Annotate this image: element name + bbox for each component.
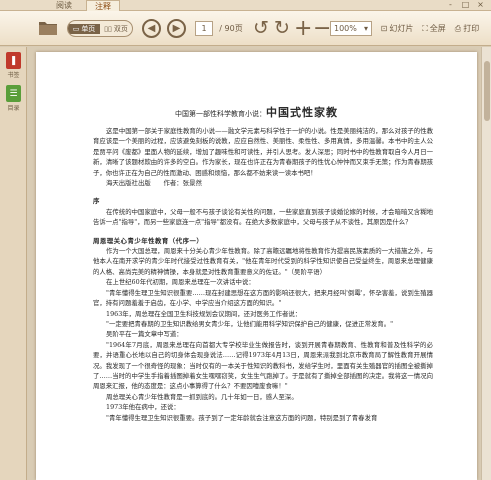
paragraph: "一定要把青春期的卫生知识教给男女青少年，让他们能用科学知识保护自己的健康，促进… [106,319,394,328]
zoom-select[interactable]: 100% ▾ [330,21,372,36]
slideshow-icon: ⊡ [380,24,388,33]
sidebar-item-toc[interactable]: ☰ 目录 [4,85,23,112]
preface-heading: 序 [93,197,100,206]
print-button[interactable]: ⎙ 打印 [452,21,482,36]
document-page: 中国第一部性科学教育小说：中国式性家教 这是中国第一部关于家庭性教育的小说——融… [36,52,477,480]
fullscreen-icon: ⛶ [422,23,428,33]
view-mode-group: ▭ 单页 ▯▯ 双页 [67,20,133,37]
next-page-button[interactable]: ▶ [167,19,186,38]
double-page-button[interactable]: ▯▯ 双页 [100,24,132,34]
paragraph: 作为一个大国总理，周恩来十分关心青少年性教育。除了高瞻远瞩地将性教育作为提高民族… [93,247,433,276]
paragraph: 1973年他在病中，还说： [106,403,180,412]
bookmark-icon: ❚ [6,52,21,69]
section-heading: 周恩理关心青少年性教育（代序一） [93,236,204,245]
tab-strip: 阅读 注释 - □ × [0,0,491,11]
publisher-line: 海天出版社出版 作者：张景然 [106,179,202,188]
paragraph: 吴阶平在一篇文章中写道： [106,330,183,339]
toolbar: ▭ 单页 ▯▯ 双页 ◀ ▶ 1 / 90页 ↺ ↻ + − 100% ▾ ⊡ 幻灯片 … [0,11,491,46]
page-number-input[interactable]: 1 [195,21,213,36]
paragraph: "青年懂得生理卫生知识很重要……现在封建思想在这方面的影响还很大，把来月经叫'倒… [93,288,433,308]
chevron-down-icon: ▾ [363,24,368,33]
arrow-left-icon: ◀ [142,19,161,38]
page-total: / 90页 [219,24,243,33]
paragraph: 在上世纪60年代初期，周恩来总理在一次讲话中说： [106,278,255,287]
vertical-scrollbar[interactable] [481,47,491,480]
paragraph: "青年懂得生理卫生知识很重要。孩子到了一定年龄就会注意这方面的问题，特别是到了青… [106,413,378,422]
paragraph: 周总理关心青少年性教育是一抓到底的。几十年如一日，感人至深。 [106,392,298,401]
preface-paragraph: 在传统的中国家庭中，父母一般不与孩子谈论有关性的问题，一些家庭直到孩子谈婚论嫁的… [93,207,433,227]
close-button[interactable]: × [474,0,487,10]
rotate-left-icon[interactable]: ↺ [253,17,269,39]
fullscreen-button[interactable]: ⛶ 全屏 [419,21,449,36]
zoom-in-icon[interactable]: + [294,16,312,41]
zoom-out-icon[interactable]: − [313,16,331,41]
prev-page-button[interactable]: ◀ [142,19,161,38]
intro-paragraph: 这是中国第一部关于家庭性教育的小说——融文学元素与科学性于一炉的小说。性是美丽纯… [93,127,433,177]
page-title: 中国第一部性科学教育小说：中国式性家教 [175,106,338,119]
slideshow-button[interactable]: ⊡ 幻灯片 [377,21,417,36]
scrollbar-thumb[interactable] [484,61,490,121]
rotate-right-icon[interactable]: ↻ [274,17,290,39]
single-page-button[interactable]: ▭ 单页 [68,23,100,34]
book-title: 中国式性家教 [266,106,338,119]
sidebar-item-bookmark[interactable]: ❚ 书签 [4,52,23,79]
maximize-button[interactable]: □ [459,0,472,10]
print-icon: ⎙ [454,23,462,33]
tab-annotate[interactable]: 注释 [86,0,120,11]
minimize-button[interactable]: - [444,0,457,10]
tab-read[interactable]: 阅读 [48,0,80,11]
paragraph: "1964年7月底，周恩来总理在向首都大专学校毕业生做报告时，谈到开展青春期教育… [93,340,433,391]
sidebar: ❚ 书签 ☰ 目录 [0,47,27,480]
folder-icon[interactable] [38,18,58,36]
arrow-right-icon: ▶ [167,19,186,38]
toc-icon: ☰ [6,85,21,102]
paragraph: 1963年，周总理在全国卫生科技规划会议期间，还对医务工作者说： [106,309,302,318]
document-body: 这是中国第一部关于家庭性教育的小说——融文学元素与科学性于一炉的小说。性是美丽纯… [93,126,433,423]
